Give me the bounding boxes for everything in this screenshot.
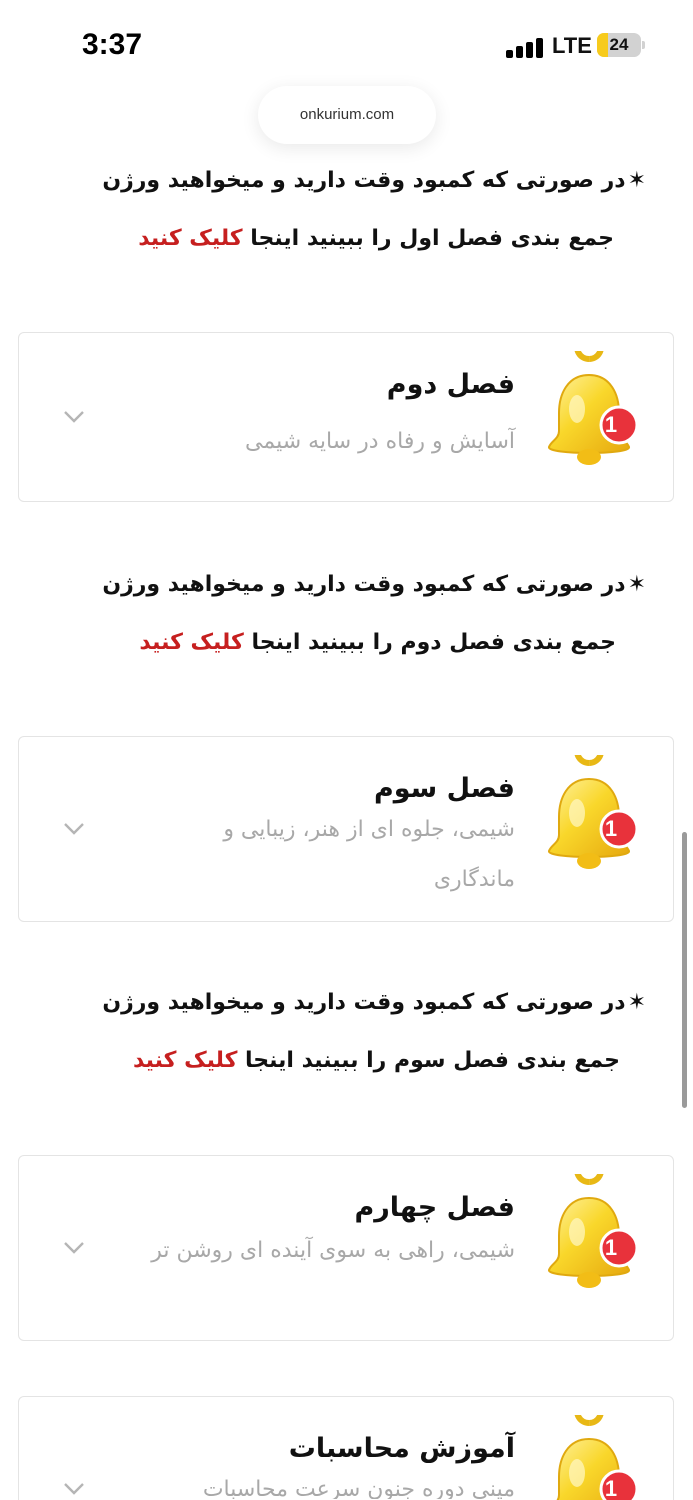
status-time: 3:37: [82, 28, 143, 61]
click-here-link[interactable]: کلیک کنید: [139, 630, 243, 655]
notification-badge: 1: [604, 816, 618, 841]
battery-icon: 24: [597, 33, 641, 57]
signal-icon: [506, 36, 546, 58]
card-subtitle: شیمی، راهی به سوی آینده ای روشن تر: [151, 1238, 515, 1263]
chapter-card[interactable]: فصل سوم شیمی، جلوه ای از هنر، زیبایی و م…: [18, 736, 674, 922]
star-icon: ✶: [627, 168, 646, 193]
bell-icon: [539, 1174, 645, 1292]
star-icon: ✶: [627, 572, 646, 597]
chapter-card[interactable]: آموزش محاسبات مینی دوره جنون سرعت محاسبا…: [18, 1396, 674, 1500]
bell-icon: [539, 351, 645, 469]
card-subtitle: آسایش و رفاه در سایه شیمی: [245, 429, 515, 454]
note-text: در صورتی که کمبود وقت دارید و میخواهید و…: [102, 168, 626, 193]
chevron-down-icon[interactable]: [63, 1477, 85, 1499]
notification-badge: 1: [604, 1235, 618, 1260]
status-bar: 3:37 LTE 24: [0, 0, 693, 90]
chapter-card[interactable]: فصل دوم آسایش و رفاه در سایه شیمی 1: [18, 332, 674, 502]
chapter-card[interactable]: فصل چهارم شیمی، راهی به سوی آینده ای روش…: [18, 1155, 674, 1341]
card-subtitle: شیمی، جلوه ای از هنر، زیبایی و ماندگاری: [223, 817, 515, 892]
note-text: جمع بندی فصل اول را ببینید اینجا: [250, 226, 614, 251]
note-text: در صورتی که کمبود وقت دارید و میخواهید و…: [102, 990, 626, 1015]
card-title: فصل چهارم: [354, 1192, 515, 1223]
scrollbar[interactable]: [682, 832, 687, 1108]
page: 3:37 LTE 24 onkurium.com ✶در صورتی که کم…: [0, 0, 693, 1500]
bell-icon: [539, 755, 645, 873]
click-here-link[interactable]: کلیک کنید: [138, 226, 242, 251]
chevron-down-icon[interactable]: [63, 1236, 85, 1258]
card-title: آموزش محاسبات: [288, 1433, 515, 1464]
note-text: جمع بندی فصل سوم را ببینید اینجا: [245, 1048, 620, 1073]
notification-badge: 1: [604, 412, 618, 437]
card-subtitle: مینی دوره جنون سرعت محاسبات: [202, 1477, 515, 1499]
network-label: LTE: [552, 33, 592, 58]
card-title: فصل سوم: [373, 773, 515, 804]
chevron-down-icon[interactable]: [63, 405, 85, 427]
click-here-link[interactable]: کلیک کنید: [133, 1048, 237, 1073]
chevron-down-icon[interactable]: [63, 817, 85, 839]
bell-icon: [539, 1415, 645, 1500]
notification-badge: 1: [604, 1476, 618, 1500]
battery-level: 24: [609, 35, 629, 54]
note-text: در صورتی که کمبود وقت دارید و میخواهید و…: [102, 572, 626, 597]
url-bar[interactable]: onkurium.com: [258, 86, 436, 144]
star-icon: ✶: [627, 990, 646, 1015]
battery-tip: [642, 41, 645, 49]
card-title: فصل دوم: [386, 369, 515, 400]
note-text: جمع بندی فصل دوم را ببینید اینجا: [251, 630, 616, 655]
